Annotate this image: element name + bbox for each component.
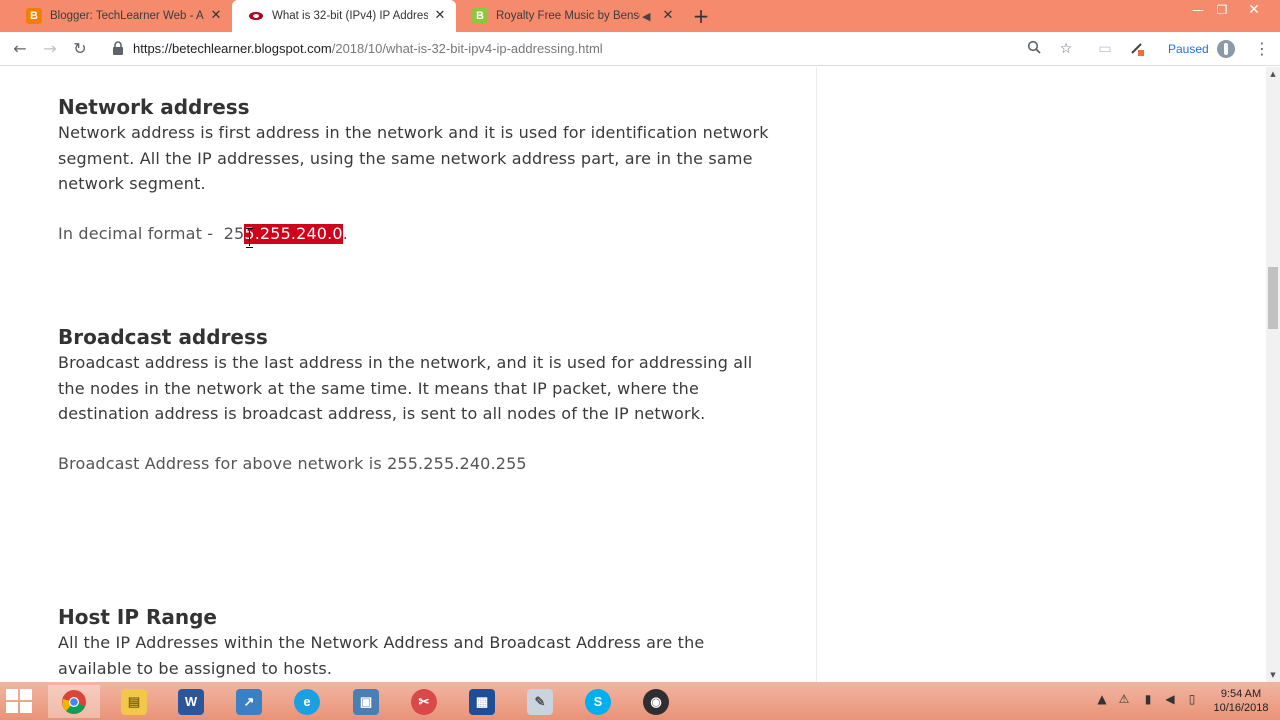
taskbar-clock[interactable]: 9:54 AM 10/16/2018 (1206, 687, 1276, 715)
sidebar-divider (816, 67, 817, 682)
battery-icon[interactable]: ▯ (1184, 692, 1200, 710)
tab-ipv4-article[interactable]: What is 32-bit (IPv4) IP Address ✕ (232, 0, 456, 32)
speaker-muted-icon[interactable]: ◀︎ (642, 10, 656, 23)
profile-button[interactable]: Paused (1168, 39, 1235, 59)
tab-title: What is 32-bit (IPv4) IP Address (272, 10, 428, 22)
network-address-paragraph: Network address is first address in the … (58, 123, 769, 193)
address-bar[interactable]: https://betechlearner.blogspot.com/2018/… (133, 40, 603, 58)
decimal-label: In decimal format - (58, 224, 224, 243)
tab-strip: B Blogger: TechLearner Web - All p ✕ Wha… (0, 0, 1280, 32)
clock-date: 10/16/2018 (1213, 702, 1269, 714)
network-warning-icon[interactable]: ⚠ (1116, 692, 1132, 710)
restore-icon[interactable]: ❐ (1208, 0, 1236, 20)
profile-status: Paused (1168, 42, 1209, 56)
tab-title: Blogger: TechLearner Web - All p (50, 10, 204, 22)
reload-icon[interactable]: ↻ (68, 38, 92, 60)
url-path: /2018/10/what-is-32-bit-ipv4-ip-addressi… (331, 41, 603, 56)
network-address-heading: Network address (58, 95, 250, 119)
network-app-icon[interactable]: ↗ (223, 685, 275, 718)
close-icon[interactable]: ✕ (208, 8, 224, 24)
browser-toolbar: ← → ↻ https://betechlearner.blogspot.com… (0, 32, 1280, 66)
decimal-suffix: . (342, 224, 348, 243)
text-cursor-icon (246, 226, 253, 248)
decimal-prefix: 25 (223, 224, 245, 243)
broadcast-address-line: Broadcast Address for above network is 2… (58, 454, 527, 473)
zoom-icon[interactable] (1024, 40, 1044, 58)
menu-icon[interactable]: ⋮ (1254, 40, 1270, 58)
broadcast-address-heading: Broadcast address (58, 325, 268, 349)
site-icon (248, 8, 264, 24)
scroll-up-icon[interactable]: ▲ (1266, 67, 1280, 81)
tab-blogger[interactable]: B Blogger: TechLearner Web - All p ✕ (10, 0, 232, 32)
volume-icon[interactable]: ◀ (1162, 692, 1178, 710)
forward-icon[interactable]: → (38, 38, 62, 60)
snipping-tool-icon[interactable]: ✂ (398, 685, 450, 718)
network-decimal-line[interactable]: In decimal format - 255.255.240.0. (58, 224, 348, 244)
page-scrollbar[interactable]: ▲ ▼ (1266, 67, 1280, 682)
bensound-icon: B (472, 8, 488, 24)
host-ip-range-heading: Host IP Range (58, 605, 217, 629)
new-tab-button[interactable]: + (690, 6, 712, 26)
scrollbar-thumb[interactable] (1268, 267, 1278, 329)
clock-time: 9:54 AM (1220, 688, 1262, 700)
page-viewport: Network address Network address is first… (0, 67, 1266, 682)
eyedropper-extension-icon[interactable] (1127, 40, 1147, 58)
close-icon[interactable]: ✕ (660, 8, 676, 24)
file-explorer-icon[interactable]: ▤ (108, 685, 160, 718)
bookmark-star-icon[interactable]: ☆ (1056, 40, 1076, 58)
close-icon[interactable]: ✕ (432, 8, 448, 24)
signal-icon[interactable]: ▮ (1140, 692, 1156, 710)
close-window-icon[interactable]: ✕ (1240, 0, 1268, 20)
remote-desktop-icon[interactable]: ▦ (456, 685, 508, 718)
back-icon[interactable]: ← (8, 38, 32, 60)
scroll-down-icon[interactable]: ▼ (1266, 668, 1280, 682)
tab-bensound[interactable]: B Royalty Free Music by Bensound ◀︎ ✕ (456, 0, 684, 32)
extension-icon[interactable]: ▭ (1095, 40, 1115, 58)
avatar (1216, 40, 1235, 58)
skype-icon[interactable]: S (572, 685, 624, 718)
lock-icon[interactable] (112, 41, 126, 55)
obs-icon[interactable]: ◉ (630, 685, 682, 718)
tray-expand-icon[interactable]: ▲ (1096, 692, 1108, 710)
host-ip-range-paragraph: All the IP Addresses within the Network … (58, 633, 705, 678)
chrome-icon[interactable] (48, 685, 100, 718)
blogger-icon: B (26, 8, 42, 24)
paint-icon[interactable]: ✎ (514, 685, 566, 718)
image-viewer-icon[interactable]: ▣ (340, 685, 392, 718)
broadcast-address-paragraph: Broadcast address is the last address in… (58, 353, 753, 423)
windows-start-icon[interactable] (6, 689, 34, 713)
url-host: https://betechlearner.blogspot.com (133, 41, 332, 56)
selected-text: 5.255.240.0 (244, 224, 343, 244)
windows-taskbar: ▤ W ↗ e ▣ ✂ ▦ ✎ S ◉ ▲ ⚠ ▮ ◀ ▯ 9:54 AM 10… (0, 682, 1280, 720)
word-icon[interactable]: W (165, 685, 217, 718)
internet-explorer-icon[interactable]: e (281, 685, 333, 718)
tab-title: Royalty Free Music by Bensound (496, 10, 640, 22)
